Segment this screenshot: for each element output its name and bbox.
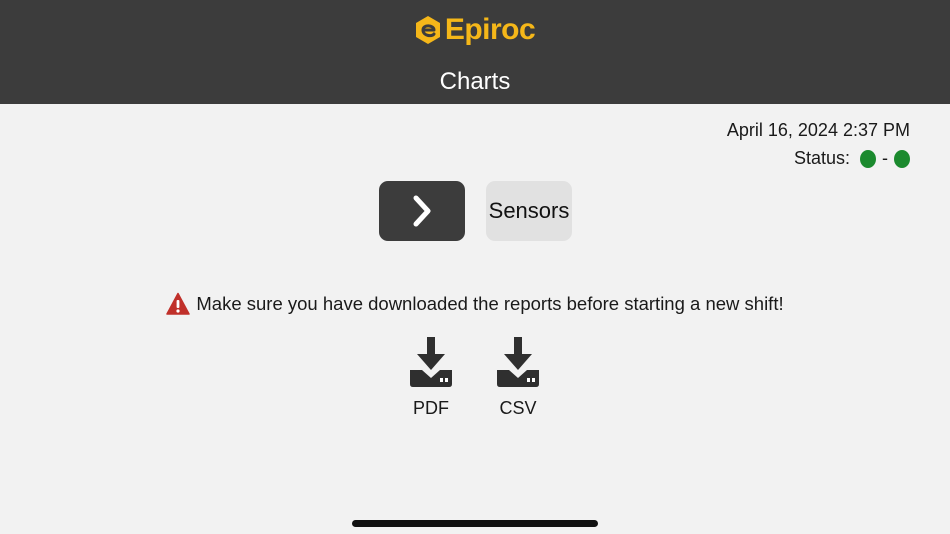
download-csv-label: CSV bbox=[499, 398, 537, 418]
brand-name: Epiroc bbox=[444, 13, 536, 46]
status-indicator: Status: - bbox=[794, 148, 910, 169]
brand-logo: Epiroc bbox=[0, 10, 950, 50]
chevron-right-icon bbox=[413, 195, 431, 227]
current-datetime: April 16, 2024 2:37 PM bbox=[726, 120, 910, 140]
status-dot-left-icon bbox=[860, 149, 876, 168]
download-pdf-label: PDF bbox=[413, 398, 449, 418]
download-icon bbox=[497, 337, 539, 387]
warning-triangle-icon bbox=[166, 292, 191, 315]
download-csv-button[interactable]: CSV bbox=[493, 336, 543, 419]
warning-text: Make sure you have downloaded the report… bbox=[196, 293, 784, 314]
app-header: Epiroc Charts bbox=[0, 0, 950, 104]
sensors-button-label: Sensors bbox=[488, 198, 570, 223]
status-label: Status: bbox=[793, 148, 850, 168]
warning-banner: Make sure you have downloaded the report… bbox=[0, 292, 950, 316]
next-button[interactable] bbox=[379, 181, 465, 241]
status-dot-right-icon bbox=[894, 149, 910, 168]
page-title: Charts bbox=[439, 68, 511, 95]
home-indicator[interactable] bbox=[352, 520, 598, 527]
download-pdf-button[interactable]: PDF bbox=[406, 336, 456, 419]
epiroc-logo-icon bbox=[415, 16, 440, 44]
sensors-button[interactable]: Sensors bbox=[486, 181, 572, 241]
download-icon bbox=[410, 337, 452, 387]
status-separator: - bbox=[882, 148, 888, 168]
